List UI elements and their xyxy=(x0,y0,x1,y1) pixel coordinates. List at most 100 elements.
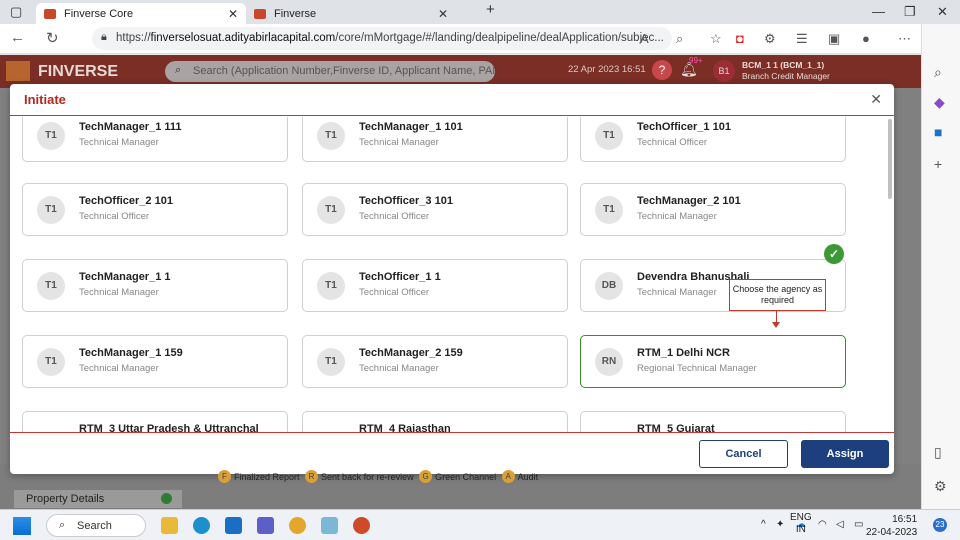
modal-title: Initiate xyxy=(24,92,66,107)
agency-card[interactable]: RN RTM_1 Delhi NCR Regional Technical Mana… xyxy=(580,335,846,388)
agency-name: TechOfficer_1 101 xyxy=(637,121,731,133)
avatar: T1 xyxy=(595,196,623,224)
close-icon[interactable]: ✕ xyxy=(870,91,882,108)
agency-name: TechManager_1 1 xyxy=(79,271,171,283)
language-indicator[interactable]: ENG IN xyxy=(790,512,812,536)
agency-name: RTM_4 Rajasthan xyxy=(359,423,451,433)
agency-role: Technical Officer xyxy=(637,137,708,148)
finverse-logo xyxy=(6,61,30,81)
property-details-item[interactable]: Property Details xyxy=(14,490,182,508)
wifi-icon[interactable]: ◠ xyxy=(818,519,827,530)
outlook-icon[interactable] xyxy=(225,517,242,534)
close-icon[interactable]: ✕ xyxy=(438,7,448,21)
favorite-icon[interactable]: ☆ xyxy=(710,31,722,47)
taskbar-search[interactable]: ⌕ Search xyxy=(46,514,146,537)
agency-card[interactable]: T1 TechManager_2 101 Technical Manager xyxy=(580,183,846,236)
settings-icon[interactable]: ⚙ xyxy=(934,478,947,495)
search-icon[interactable]: ⌕ xyxy=(934,64,942,81)
modal-header: Initiate ✕ xyxy=(10,84,894,116)
new-tab-button[interactable]: + xyxy=(486,1,495,18)
windows-start-icon[interactable] xyxy=(13,517,31,535)
shopping-icon[interactable]: ◆ xyxy=(934,94,945,111)
agency-name: TechOfficer_2 101 xyxy=(79,195,173,207)
volume-icon[interactable]: ◁ xyxy=(836,519,844,530)
edge-icon[interactable] xyxy=(193,517,210,534)
agency-card[interactable]: T1 TechManager_1 101 Technical Manager xyxy=(302,117,568,162)
agency-card[interactable]: T1 TechManager_2 159 Technical Manager xyxy=(302,335,568,388)
minimize-icon[interactable]: — xyxy=(872,4,885,19)
browser-tab-bar: ▢ Finverse Core ✕ Finverse ✕ + — ❐ ✕ xyxy=(0,0,960,24)
more-icon[interactable]: ⋯ xyxy=(898,31,911,47)
tab-actions-icon[interactable]: ▢ xyxy=(10,4,22,20)
extension-icon[interactable]: ◘ xyxy=(736,31,744,46)
battery-icon[interactable]: ▭ xyxy=(854,519,863,530)
callout-arrowhead xyxy=(772,322,780,328)
refresh-icon[interactable]: ↻ xyxy=(46,29,59,47)
tab-finverse-core[interactable]: Finverse Core ✕ xyxy=(36,3,246,24)
teams-icon[interactable] xyxy=(257,517,274,534)
notification-badge: 99+ xyxy=(689,56,703,65)
url-field[interactable]: 🔒︎ https://finverselosuat.adityabirlacap… xyxy=(92,27,672,50)
chrome-icon[interactable] xyxy=(289,517,306,534)
agency-role: Technical Officer xyxy=(359,287,430,298)
agency-card[interactable]: T1 TechOfficer_3 101 Technical Officer xyxy=(302,183,568,236)
assign-button[interactable]: Assign xyxy=(801,440,889,468)
agency-card[interactable]: T1 TechManager_1 1 Technical Manager xyxy=(22,259,288,312)
sidebar-toggle-icon[interactable]: ▯ xyxy=(934,444,942,461)
tab-finverse[interactable]: Finverse ✕ xyxy=(246,3,456,24)
agency-card[interactable]: T1 TechOfficer_2 101 Technical Officer xyxy=(22,183,288,236)
taskbar: ⌕ Search ^ ✦ ☁ ENG IN ◠ ◁ ▭ 16:51 22-04-… xyxy=(0,509,960,540)
avatar: T1 xyxy=(37,196,65,224)
agency-card[interactable]: RTM_4 Rajasthan xyxy=(302,411,568,433)
agency-card[interactable]: RTM_3 Uttar Pradesh & Uttranchal xyxy=(22,411,288,433)
scrollbar[interactable] xyxy=(888,119,892,199)
avatar: T1 xyxy=(595,122,623,150)
app-search-input[interactable]: ⌕ Search (Application Number,Finverse ID… xyxy=(165,61,495,82)
agency-list[interactable]: T1 TechManager_1 111 Technical Manager T1 Te… xyxy=(10,117,894,433)
app-icon[interactable] xyxy=(321,517,338,534)
cancel-button[interactable]: Cancel xyxy=(699,440,788,468)
window-close-icon[interactable]: ✕ xyxy=(937,4,948,20)
notification-badge[interactable]: 23 xyxy=(933,518,947,532)
agency-name: TechManager_1 111 xyxy=(79,121,182,133)
extensions-icon[interactable]: ⚙ xyxy=(764,31,776,47)
tab-title: Finverse xyxy=(274,7,317,20)
avatar: RN xyxy=(595,348,623,376)
avatar: DB xyxy=(595,272,623,300)
agency-name: RTM_3 Uttar Pradesh & Uttranchal xyxy=(79,423,259,433)
agency-name: TechManager_2 101 xyxy=(637,195,741,207)
file-explorer-icon[interactable] xyxy=(161,517,178,534)
agency-card[interactable]: T1 TechManager_1 159 Technical Manager xyxy=(22,335,288,388)
collections-icon[interactable]: ▣ xyxy=(828,31,840,47)
network-app-icon[interactable]: ✦ xyxy=(776,519,784,530)
address-bar-row: ← ↻ 🔒︎ https://finverselosuat.adityabirl… xyxy=(0,24,960,54)
powerpoint-icon[interactable] xyxy=(353,517,370,534)
agency-role: Technical Manager xyxy=(637,287,717,298)
profile-icon[interactable]: ● xyxy=(862,31,870,46)
agency-card[interactable]: T1 TechManager_1 111 Technical Manager xyxy=(22,117,288,162)
outlook-icon[interactable]: ■ xyxy=(934,124,942,140)
agency-card[interactable]: T1 TechOfficer_1 1 Technical Officer xyxy=(302,259,568,312)
chevron-up-icon[interactable]: ^ xyxy=(761,519,766,530)
agency-name: RTM_5 Gujarat xyxy=(637,423,715,433)
check-icon xyxy=(161,493,172,504)
avatar[interactable]: B1 xyxy=(713,60,735,82)
favorites-list-icon[interactable]: ☰ xyxy=(796,31,808,47)
add-icon[interactable]: + xyxy=(934,156,942,172)
agency-role: Technical Manager xyxy=(79,363,159,374)
close-icon[interactable]: ✕ xyxy=(228,7,238,21)
agency-role: Technical Manager xyxy=(637,211,717,222)
back-icon[interactable]: ← xyxy=(10,29,25,46)
user-info[interactable]: BCM_1 1 (BCM_1_1) Branch Credit Manager xyxy=(742,60,830,82)
zoom-icon[interactable]: ⌕ xyxy=(676,31,683,47)
avatar: T1 xyxy=(37,272,65,300)
read-aloud-icon[interactable]: A xyxy=(640,31,649,46)
agency-card[interactable]: T1 TechOfficer_1 101 Technical Officer xyxy=(580,117,846,162)
agency-role: Regional Technical Manager xyxy=(637,363,757,374)
restore-icon[interactable]: ❐ xyxy=(904,4,916,20)
avatar: T1 xyxy=(37,348,65,376)
agency-role: Technical Officer xyxy=(359,211,430,222)
help-icon[interactable]: ? xyxy=(652,60,672,80)
agency-card[interactable]: RTM_5 Gujarat xyxy=(580,411,846,433)
system-clock[interactable]: 16:51 22-04-2023 xyxy=(866,513,917,539)
